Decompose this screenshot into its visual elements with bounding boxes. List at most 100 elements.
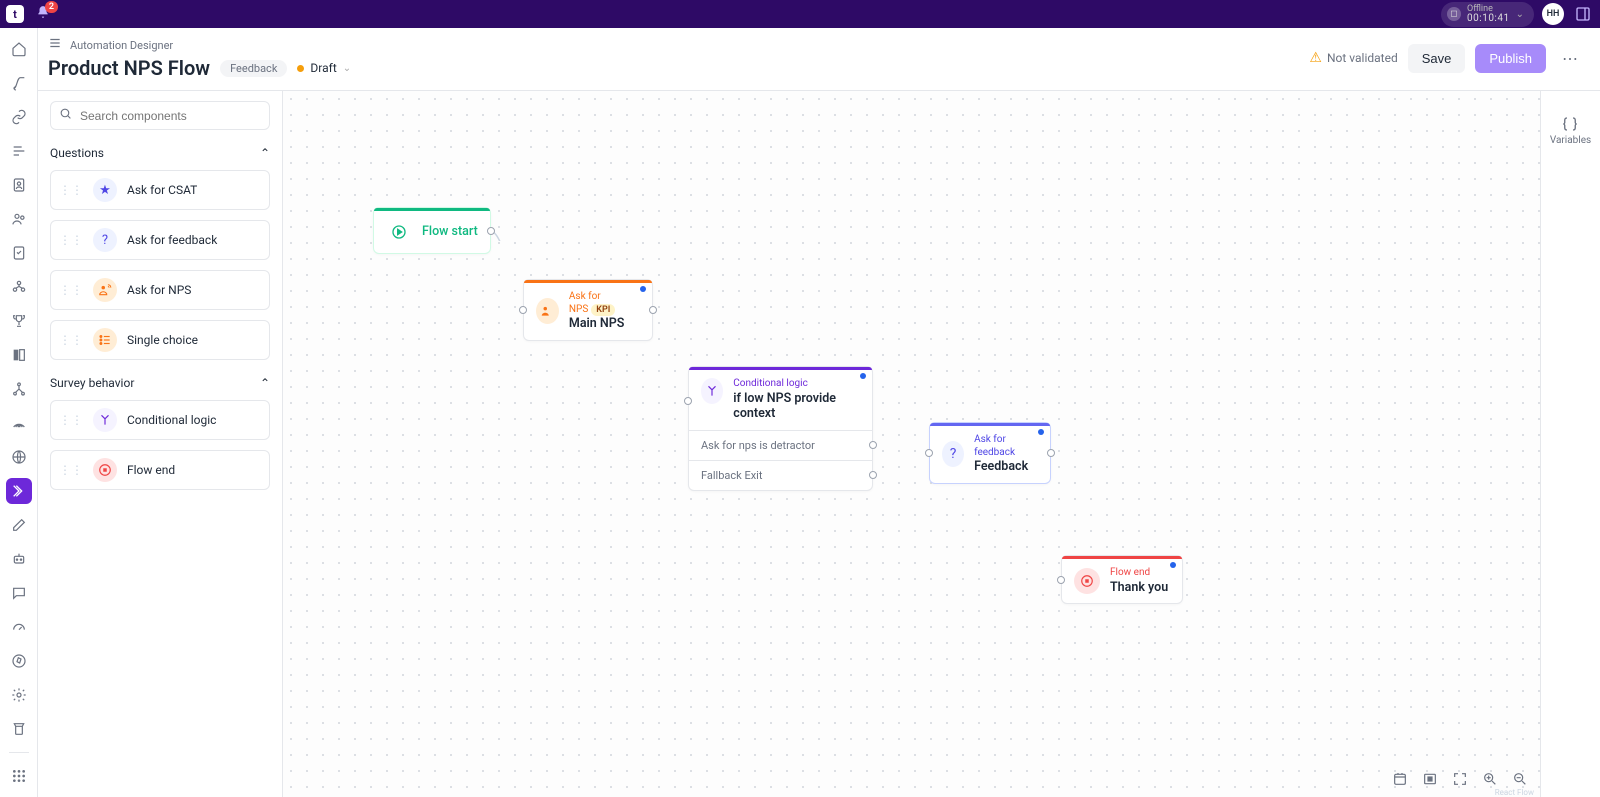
nav-edit-icon[interactable] [6, 512, 32, 538]
status-chip[interactable]: Draft ⌄ [297, 61, 351, 75]
node-title: Flow start [422, 224, 478, 240]
exit-fallback[interactable]: Fallback Exit [689, 460, 872, 490]
right-rail: Variables [1540, 91, 1600, 797]
braces-icon [1561, 115, 1579, 133]
nav-tasks-icon[interactable] [6, 240, 32, 266]
flow-canvas[interactable]: Flow start Ask for NPSKPI Main NPS [283, 91, 1540, 797]
output-handle[interactable] [649, 306, 657, 314]
more-menu-icon[interactable]: ⋯ [1556, 44, 1584, 72]
section-questions[interactable]: Questions ⌃ [50, 146, 270, 160]
component-single-choice[interactable]: ⋮⋮ Single choice [50, 320, 270, 360]
exit-detractor[interactable]: Ask for nps is detractor [689, 430, 872, 460]
output-handle[interactable] [869, 471, 877, 479]
node-feedback[interactable]: ? Ask for feedback Feedback [929, 422, 1051, 484]
branch-icon [93, 408, 117, 432]
app-logo[interactable]: t [6, 5, 24, 23]
nav-signal-icon[interactable] [6, 410, 32, 436]
input-handle[interactable] [925, 449, 933, 457]
node-title: Feedback [974, 459, 1038, 475]
nav-layout-icon[interactable] [6, 342, 32, 368]
active-marker [640, 286, 646, 292]
right-panel-toggle-icon[interactable] [1572, 3, 1594, 25]
component-conditional-logic[interactable]: ⋮⋮ Conditional logic [50, 400, 270, 440]
component-ask-for-csat[interactable]: ⋮⋮ ★ Ask for CSAT [50, 170, 270, 210]
chevron-down-icon: ⌄ [1516, 9, 1524, 20]
output-handle[interactable] [1047, 449, 1055, 457]
nav-automation[interactable] [6, 478, 32, 504]
active-marker [860, 373, 866, 379]
validation-status[interactable]: ⚠ Not validated [1309, 50, 1397, 66]
components-panel: Questions ⌃ ⋮⋮ ★ Ask for CSAT ⋮⋮ ? Ask f… [38, 91, 283, 797]
nav-link-icon[interactable] [6, 104, 32, 130]
drag-handle-icon: ⋮⋮ [59, 463, 83, 477]
component-ask-for-feedback[interactable]: ⋮⋮ ? Ask for feedback [50, 220, 270, 260]
node-title: if low NPS provide context [733, 391, 860, 422]
nav-chat-icon[interactable] [6, 580, 32, 606]
nav-home[interactable] [6, 36, 32, 62]
publish-button[interactable]: Publish [1475, 44, 1546, 73]
input-handle[interactable] [519, 306, 527, 314]
component-flow-end[interactable]: ⋮⋮ Flow end [50, 450, 270, 490]
exit-label: Ask for nps is detractor [701, 439, 815, 452]
validation-label: Not validated [1327, 51, 1398, 65]
fit-view-icon[interactable] [1418, 767, 1442, 791]
nav-globe-icon[interactable] [6, 444, 32, 470]
stop-icon [1074, 568, 1100, 594]
nav-apps-icon[interactable] [6, 763, 32, 789]
nav-compass-icon[interactable] [6, 648, 32, 674]
node-title: Thank you [1110, 580, 1168, 596]
save-button[interactable]: Save [1408, 44, 1466, 73]
section-label: Survey behavior [50, 376, 134, 390]
component-label: Single choice [127, 333, 198, 347]
nav-org-icon[interactable] [6, 274, 32, 300]
presence-status[interactable]: ◻ Offline 00:10:41 ⌄ [1441, 2, 1534, 27]
collapse-panel-icon[interactable] [48, 36, 62, 54]
nav-team-icon[interactable] [6, 206, 32, 232]
node-flow-start[interactable]: Flow start [373, 207, 491, 254]
avatar[interactable]: HH [1542, 3, 1564, 25]
nav-path-icon[interactable] [6, 70, 32, 96]
nav-settings-icon[interactable] [6, 682, 32, 708]
status-dot-icon [297, 65, 304, 72]
branch-icon [701, 378, 723, 404]
drag-handle-icon: ⋮⋮ [59, 233, 83, 247]
input-handle[interactable] [684, 397, 692, 405]
breadcrumb[interactable]: Automation Designer [70, 39, 173, 52]
section-label: Questions [50, 146, 104, 160]
nav-contact-icon[interactable] [6, 172, 32, 198]
node-flow-end[interactable]: Flow end Thank you [1061, 555, 1183, 604]
nav-gauge-icon[interactable] [6, 614, 32, 640]
nav-bot-icon[interactable] [6, 546, 32, 572]
fullscreen-icon[interactable] [1448, 767, 1472, 791]
nav-trophy-icon[interactable] [6, 308, 32, 334]
snapshot-icon[interactable] [1388, 767, 1412, 791]
nav-tree-icon[interactable] [6, 376, 32, 402]
nav-archive-icon[interactable] [6, 716, 32, 742]
exit-label: Fallback Exit [701, 469, 762, 482]
search-input[interactable] [78, 108, 261, 124]
presence-time: 00:10:41 [1467, 14, 1510, 24]
canvas-attribution: React Flow [1495, 788, 1534, 797]
component-label: Ask for NPS [127, 283, 191, 297]
chevron-down-icon: ⌄ [343, 63, 351, 74]
node-type: Conditional logic [733, 378, 860, 391]
active-marker [1170, 562, 1176, 568]
node-main-nps[interactable]: Ask for NPSKPI Main NPS [523, 279, 653, 341]
nav-sequence-icon[interactable] [6, 138, 32, 164]
top-bar: t 2 ◻ Offline 00:10:41 ⌄ HH [0, 0, 1600, 28]
component-ask-for-nps[interactable]: ⋮⋮ Ask for NPS [50, 270, 270, 310]
node-conditional[interactable]: Conditional logic if low NPS provide con… [688, 366, 873, 491]
input-handle[interactable] [1057, 576, 1065, 584]
output-handle[interactable] [487, 227, 495, 235]
kpi-badge: KPI [591, 304, 615, 316]
search-input-wrap[interactable] [50, 101, 270, 130]
notifications-icon[interactable]: 2 [36, 5, 50, 23]
page-header: Automation Designer Product NPS Flow Fee… [38, 28, 1600, 91]
section-survey-behavior[interactable]: Survey behavior ⌃ [50, 376, 270, 390]
output-handle[interactable] [869, 441, 877, 449]
status-label: Draft [310, 61, 336, 75]
drag-handle-icon: ⋮⋮ [59, 333, 83, 347]
warning-icon: ⚠ [1309, 50, 1322, 66]
variables-button[interactable]: Variables [1550, 115, 1591, 146]
flow-tag: Feedback [220, 60, 287, 77]
